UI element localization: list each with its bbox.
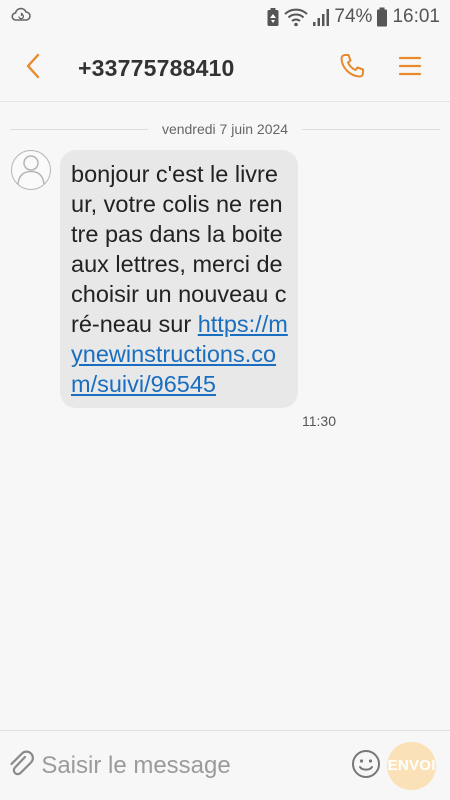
status-clock: 16:01 (392, 6, 440, 27)
date-separator: vendredi 7 juin 2024 (10, 119, 441, 139)
message-row: bonjour c'est le livreur, votre colis ne… (0, 139, 450, 439)
battery-icon (376, 7, 388, 27)
menu-button[interactable] (388, 34, 432, 102)
composer-bar: ENVOI (0, 730, 450, 800)
back-chevron-icon (25, 53, 41, 83)
attach-button[interactable] (0, 731, 41, 800)
battery-percent: 74% (334, 6, 373, 27)
date-separator-line-right (302, 128, 441, 130)
person-icon (12, 151, 50, 189)
emoji-icon (351, 749, 381, 783)
conversation-header: +33775788410 (0, 34, 450, 102)
call-button[interactable] (330, 34, 374, 102)
emoji-button[interactable] (351, 731, 381, 800)
back-button[interactable] (0, 34, 66, 102)
signal-icon (312, 7, 330, 27)
send-button[interactable]: ENVOI (387, 741, 436, 790)
date-separator-line-left (10, 128, 148, 130)
message-time: 11:30 (302, 413, 336, 429)
cloud-sync-icon (10, 6, 32, 29)
contact-avatar[interactable] (11, 150, 51, 190)
status-bar: 74% 16:01 (0, 0, 450, 34)
phone-icon (338, 52, 366, 84)
message-bubble[interactable]: bonjour c'est le livreur, votre colis ne… (60, 150, 298, 408)
wifi-icon (284, 7, 309, 27)
attachment-icon (6, 749, 36, 783)
date-label: vendredi 7 juin 2024 (161, 121, 289, 137)
message-input[interactable] (41, 742, 352, 789)
header-divider (0, 101, 450, 102)
menu-icon (398, 54, 422, 82)
battery-saver-icon (266, 7, 280, 27)
contact-title: +33775788410 (78, 54, 235, 81)
